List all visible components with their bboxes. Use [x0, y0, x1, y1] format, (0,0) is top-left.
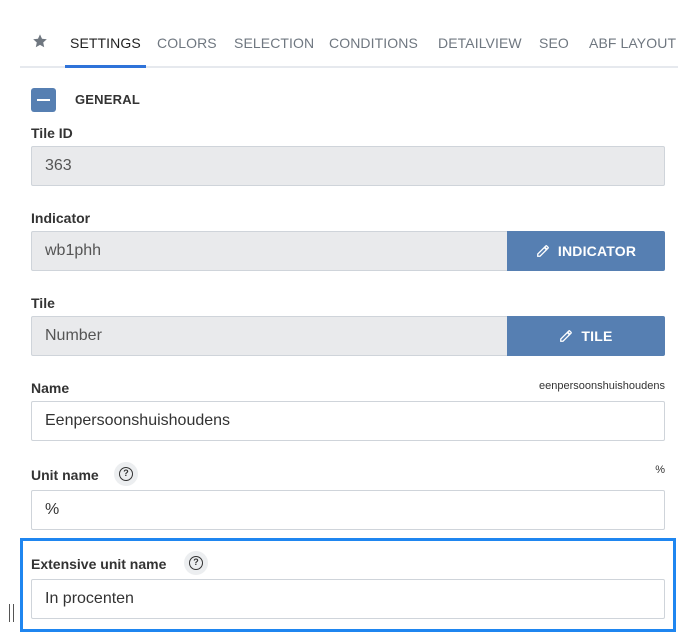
collapse-section-button[interactable] — [31, 88, 56, 112]
tab-detailview[interactable]: DETAILVIEW — [438, 20, 522, 66]
tab-bar: SETTINGS COLORS SELECTION CONDITIONS DET… — [20, 20, 678, 68]
section-title: GENERAL — [75, 92, 140, 107]
name-hint: eenpersoonshuishoudens — [539, 380, 665, 392]
tile-id-label: Tile ID — [31, 125, 73, 141]
unit-name-input[interactable]: % — [31, 490, 665, 530]
resize-handle[interactable] — [9, 604, 15, 622]
unit-name-label: Unit name — [31, 467, 99, 483]
tab-selection[interactable]: SELECTION — [234, 20, 314, 66]
tab-settings[interactable]: SETTINGS — [70, 20, 141, 66]
extensive-unit-name-input[interactable]: In procenten — [31, 579, 665, 619]
edit-tile-button-label: TILE — [581, 328, 613, 344]
tab-abf-layout[interactable]: ABF LAYOUT — [589, 20, 676, 66]
pencil-icon — [560, 330, 573, 342]
tile-label: Tile — [31, 295, 55, 311]
edit-tile-button[interactable]: TILE — [507, 316, 665, 356]
tab-conditions[interactable]: CONDITIONS — [329, 20, 418, 66]
indicator-field: wb1phh — [31, 231, 508, 271]
indicator-label: Indicator — [31, 210, 91, 226]
settings-panel: SETTINGS COLORS SELECTION CONDITIONS DET… — [0, 0, 679, 634]
name-input[interactable]: Eenpersoonshuishoudens — [31, 401, 665, 441]
tile-id-field: 363 — [31, 146, 665, 186]
name-label: Name — [31, 380, 70, 396]
active-tab-indicator — [65, 65, 146, 68]
edit-indicator-button-label: INDICATOR — [557, 243, 637, 259]
edit-indicator-button[interactable]: INDICATOR — [507, 231, 665, 271]
pencil-icon — [536, 245, 549, 257]
help-icon[interactable]: ? — [184, 551, 208, 575]
tab-seo[interactable]: SEO — [539, 20, 569, 66]
tile-field: Number — [31, 316, 508, 356]
help-icon[interactable]: ? — [114, 462, 138, 486]
star-icon[interactable] — [32, 33, 48, 49]
extensive-unit-name-label: Extensive unit name — [31, 556, 167, 572]
tab-colors[interactable]: COLORS — [157, 20, 217, 66]
unit-name-hint: % — [655, 464, 665, 476]
